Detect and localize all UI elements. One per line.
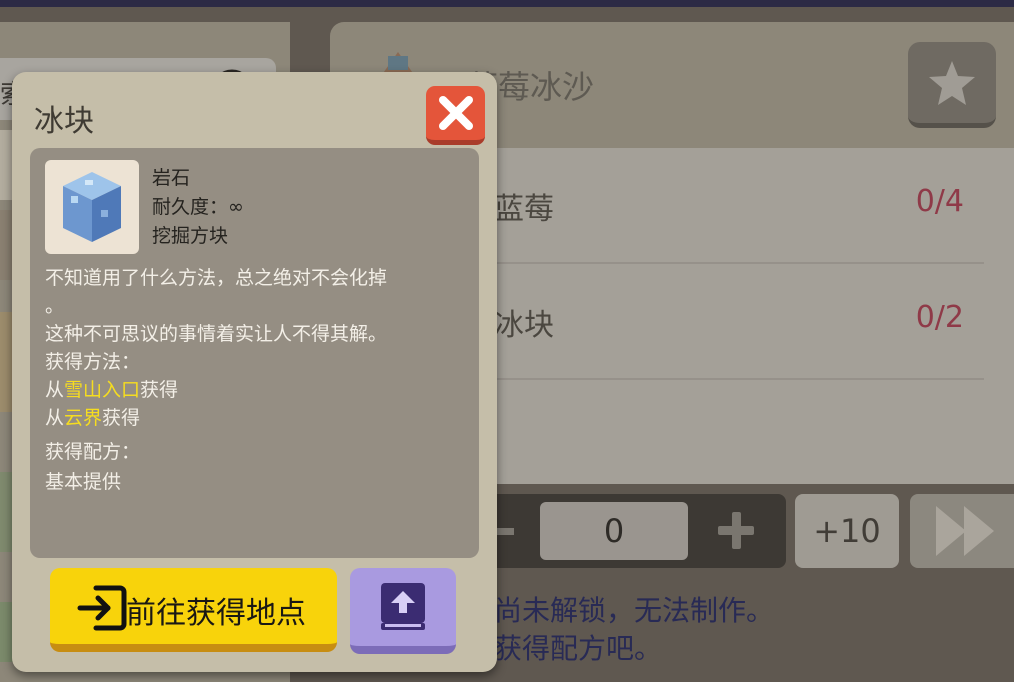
lock-message-line: 获得配方吧。 — [494, 632, 663, 665]
item-meta: 岩石 耐久度：∞ 挖掘方块 — [152, 164, 244, 251]
increase-button-vertical[interactable] — [732, 512, 741, 549]
obtain-source: 从云界获得 — [45, 404, 465, 432]
item-description: 不知道用了什么方法，总之绝对不会化掉 。 这种不可思议的事情着实让人不得其解。 … — [45, 264, 465, 496]
description-line: 这种不可思议的事情着实让人不得其解。 — [45, 323, 388, 345]
max-quantity-button[interactable] — [910, 494, 1014, 568]
top-edge-line — [0, 0, 1014, 7]
fast-forward-icon — [936, 506, 994, 556]
ingredient-name: 蓝莓 — [494, 192, 554, 227]
item-info-dialog: 冰块 岩石 耐久度：∞ 挖掘方块 不知道用了什么方法，总之绝对不会化掉 。 这种… — [12, 72, 497, 672]
item-category: 岩石 — [152, 167, 191, 189]
ingredient-count: 0/4 — [915, 184, 964, 219]
source-link[interactable]: 雪山入口 — [64, 379, 140, 401]
quantity-field[interactable]: 0 — [540, 502, 688, 560]
goto-location-button[interactable]: 前往获得地点 — [50, 568, 337, 652]
recipe-value: 基本提供 — [45, 471, 122, 493]
recipe-book-button[interactable] — [350, 568, 456, 654]
obtain-heading: 获得方法： — [45, 351, 141, 373]
lock-message: 尚未解锁，无法制作。 获得配方吧。 — [494, 592, 774, 668]
obtain-prefix: 从 — [45, 379, 65, 401]
item-tool: 挖掘方块 — [152, 225, 229, 247]
goto-location-label: 前往获得地点 — [126, 596, 306, 631]
ingredient-name: 冰块 — [494, 308, 554, 343]
description-line: 。 — [45, 295, 65, 317]
obtain-prefix: 从 — [45, 407, 65, 429]
obtain-suffix: 获得 — [140, 379, 179, 401]
quantity-stepper: 0 — [486, 494, 786, 568]
item-durability: 耐久度：∞ — [152, 196, 244, 218]
item-thumbnail — [45, 160, 139, 254]
enter-icon — [77, 585, 127, 631]
ice-block-icon — [63, 172, 121, 242]
list-item: 冰块 0/2 — [490, 264, 984, 380]
book-upload-icon — [381, 583, 425, 630]
recipe-heading: 获得配方： — [45, 441, 141, 463]
description-line: 不知道用了什么方法，总之绝对不会化掉 — [45, 267, 388, 289]
close-icon — [438, 96, 473, 130]
item-info-card: 岩石 耐久度：∞ 挖掘方块 不知道用了什么方法，总之绝对不会化掉 。 这种不可思… — [30, 148, 479, 558]
ingredient-count: 0/2 — [915, 300, 964, 335]
plus-ten-button[interactable]: +10 — [795, 494, 899, 568]
dialog-title: 冰块 — [34, 104, 94, 139]
lock-message-line: 尚未解锁，无法制作。 — [494, 594, 775, 627]
close-button[interactable] — [426, 86, 485, 145]
obtain-source: 从雪山入口获得 — [45, 376, 465, 404]
obtain-suffix: 获得 — [102, 407, 141, 429]
source-link[interactable]: 云界 — [64, 407, 102, 429]
decrease-button[interactable] — [494, 528, 514, 535]
star-icon — [929, 60, 975, 105]
list-item: 蓝莓 0/4 — [490, 148, 984, 264]
favorite-button[interactable] — [908, 42, 996, 128]
